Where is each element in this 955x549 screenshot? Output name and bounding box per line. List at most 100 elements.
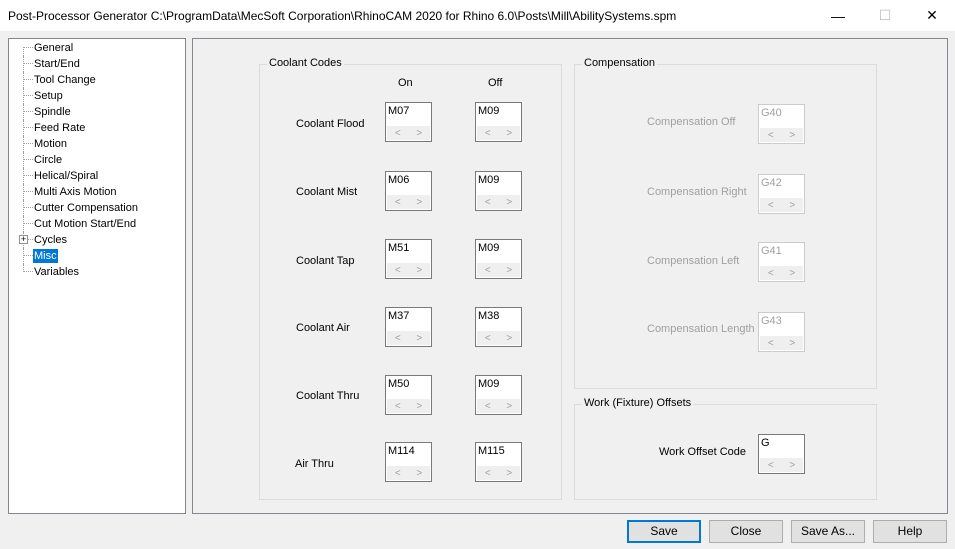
spin-right-icon[interactable]: > — [789, 460, 795, 471]
spinner-value: G40 — [761, 107, 782, 119]
air-thru-off-spinner[interactable]: M115 < > — [475, 442, 522, 482]
compensation-right-label: Compensation Right — [647, 186, 747, 198]
spinner-value[interactable]: M09 — [478, 242, 499, 254]
spin-right-icon[interactable]: > — [506, 265, 512, 276]
spinner-value[interactable]: M07 — [388, 105, 409, 117]
spin-right-icon[interactable]: > — [506, 197, 512, 208]
tree-item-label: Spindle — [34, 106, 71, 118]
compensation-left-label: Compensation Left — [647, 255, 740, 267]
tree-item-circle[interactable]: Circle — [9, 152, 185, 168]
spinner-value[interactable]: M50 — [388, 378, 409, 390]
title-bar: Post-Processor Generator C:\ProgramData\… — [0, 0, 955, 31]
save-as-button[interactable]: Save As... — [791, 520, 865, 543]
spinner-value[interactable]: M38 — [478, 310, 499, 322]
tree-item-variables[interactable]: Variables — [9, 264, 185, 280]
tree-item-feed-rate[interactable]: Feed Rate — [9, 120, 185, 136]
spin-right-icon[interactable]: > — [416, 468, 422, 479]
tree-item-tool-change[interactable]: Tool Change — [9, 72, 185, 88]
tree-item-cut-motion-start-end[interactable]: Cut Motion Start/End — [9, 216, 185, 232]
coolant-tap-off-spinner[interactable]: M09 < > — [475, 239, 522, 279]
spin-left-icon[interactable]: < — [485, 265, 491, 276]
spin-left-icon[interactable]: < — [395, 401, 401, 412]
spinner-value[interactable]: M09 — [478, 174, 499, 186]
close-button[interactable]: Close — [709, 520, 783, 543]
coolant-mist-on-spinner[interactable]: M06 < > — [385, 171, 432, 211]
tree-item-helical-spiral[interactable]: Helical/Spiral — [9, 168, 185, 184]
coolant-air-label: Coolant Air — [296, 322, 350, 334]
spinner-value[interactable]: M115 — [478, 445, 505, 457]
coolant-air-on-spinner[interactable]: M37 < > — [385, 307, 432, 347]
spinner-value[interactable]: M09 — [478, 105, 499, 117]
work-offset-code-spinner[interactable]: G < > — [758, 434, 805, 474]
compensation-left-spinner: G41 < > — [758, 242, 805, 282]
spin-right-icon[interactable]: > — [416, 128, 422, 139]
spin-right-icon[interactable]: > — [506, 333, 512, 344]
tree-item-cycles[interactable]: + Cycles — [9, 232, 185, 248]
tree-item-spindle[interactable]: Spindle — [9, 104, 185, 120]
help-button[interactable]: Help — [873, 520, 947, 543]
coolant-mist-off-spinner[interactable]: M09 < > — [475, 171, 522, 211]
spinner-value[interactable]: M09 — [478, 378, 499, 390]
tree-item-multi-axis-motion[interactable]: Multi Axis Motion — [9, 184, 185, 200]
coolant-thru-on-spinner[interactable]: M50 < > — [385, 375, 432, 415]
spin-left-icon[interactable]: < — [485, 401, 491, 412]
spin-left-icon: < — [767, 337, 774, 349]
spinner-value[interactable]: M51 — [388, 242, 409, 254]
tree-item-label: Tool Change — [34, 74, 96, 86]
spin-left-icon[interactable]: < — [395, 128, 401, 139]
tree-item-setup[interactable]: Setup — [9, 88, 185, 104]
spin-left-icon[interactable]: < — [395, 197, 401, 208]
coolant-thru-off-spinner[interactable]: M09 < > — [475, 375, 522, 415]
coolant-air-off-spinner[interactable]: M38 < > — [475, 307, 522, 347]
spin-right-icon: > — [789, 337, 796, 349]
spin-right-icon[interactable]: > — [416, 197, 422, 208]
spin-left-icon[interactable]: < — [395, 333, 401, 344]
close-window-button[interactable]: ✕ — [909, 0, 955, 31]
spin-left-icon[interactable]: < — [485, 128, 491, 139]
tree-item-cutter-compensation[interactable]: Cutter Compensation — [9, 200, 185, 216]
work-offset-code-label: Work Offset Code — [659, 446, 747, 458]
spinner-value[interactable]: M06 — [388, 174, 409, 186]
minimize-button[interactable]: — — [815, 0, 861, 31]
spinner-value[interactable]: M114 — [388, 445, 415, 457]
spin-left-icon[interactable]: < — [485, 333, 491, 344]
coolant-off-header: Off — [488, 77, 503, 89]
tree-item-misc[interactable]: Misc — [9, 248, 185, 264]
tree-item-label: Start/End — [34, 58, 80, 70]
spin-right-icon[interactable]: > — [506, 468, 512, 479]
save-button[interactable]: Save — [627, 520, 701, 543]
coolant-flood-off-spinner[interactable]: M09 < > — [475, 102, 522, 142]
tree-item-general[interactable]: General — [9, 40, 185, 56]
spinner-value[interactable]: M37 — [388, 310, 409, 322]
spin-left-icon[interactable]: < — [485, 197, 491, 208]
spin-left-icon[interactable]: < — [485, 468, 491, 479]
coolant-tap-on-spinner[interactable]: M51 < > — [385, 239, 432, 279]
work-offsets-title: Work (Fixture) Offsets — [582, 397, 694, 409]
spin-right-icon[interactable]: > — [416, 265, 422, 276]
window-title: Post-Processor Generator C:\ProgramData\… — [8, 9, 677, 23]
air-thru-on-spinner[interactable]: M114 < > — [385, 442, 432, 482]
spin-right-icon[interactable]: > — [416, 401, 422, 412]
compensation-title: Compensation — [582, 57, 657, 69]
coolant-thru-label: Coolant Thru — [296, 390, 360, 402]
expand-icon[interactable]: + — [19, 235, 28, 244]
coolant-mist-label: Coolant Mist — [296, 186, 358, 198]
spin-left-icon[interactable]: < — [395, 468, 401, 479]
spin-left-icon: < — [767, 129, 774, 141]
spin-right-icon[interactable]: > — [506, 128, 512, 139]
coolant-flood-on-spinner[interactable]: M07 < > — [385, 102, 432, 142]
spinner-value: G43 — [761, 315, 782, 327]
compensation-off-label: Compensation Off — [647, 116, 736, 128]
tree-item-start-end[interactable]: Start/End — [9, 56, 185, 72]
spin-right-icon[interactable]: > — [416, 333, 422, 344]
coolant-flood-label: Coolant Flood — [296, 118, 365, 130]
compensation-length-spinner: G43 < > — [758, 312, 805, 352]
coolant-codes-title: Coolant Codes — [267, 57, 344, 69]
spin-left-icon[interactable]: < — [768, 460, 774, 471]
tree-item-motion[interactable]: Motion — [9, 136, 185, 152]
spin-right-icon[interactable]: > — [506, 401, 512, 412]
spinner-value: G41 — [761, 245, 782, 257]
spinner-value[interactable]: G — [761, 437, 770, 449]
category-tree[interactable]: General Start/End Tool Change Setup Spin… — [8, 38, 186, 514]
spin-left-icon[interactable]: < — [395, 265, 401, 276]
